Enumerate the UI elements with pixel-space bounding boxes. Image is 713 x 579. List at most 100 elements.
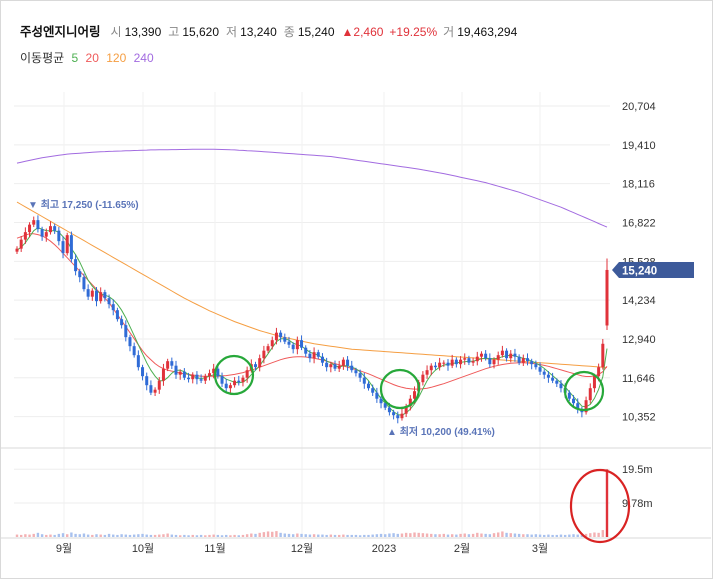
volume-bar: [400, 533, 404, 537]
candle-body: [61, 241, 65, 254]
volume-bar: [40, 534, 44, 537]
candle-body: [500, 350, 504, 356]
candle-body: [28, 224, 32, 233]
candle-body: [475, 356, 479, 362]
candle-body: [241, 377, 245, 383]
volume-bar: [476, 532, 479, 537]
volume-bar: [57, 533, 61, 537]
volume-bar: [375, 534, 379, 537]
candle-body: [149, 385, 153, 393]
volume-bar: [488, 534, 492, 537]
volume-bar: [342, 534, 345, 537]
candle-body: [425, 370, 429, 375]
candle-body: [48, 226, 52, 233]
high-annotation: ▼ 최고 17,250 (-11.65%): [28, 198, 139, 211]
candle-body: [82, 277, 86, 290]
volume-bar: [170, 534, 174, 537]
candle-body: [396, 415, 400, 419]
candle-body: [166, 361, 170, 369]
volume-bar: [91, 534, 94, 537]
candle-body: [446, 362, 450, 366]
candle-body: [517, 356, 521, 363]
ma20-line: [16, 233, 608, 390]
high-annotation-value: 17,250: [62, 200, 93, 211]
volume-bar: [492, 533, 496, 537]
candle-body: [429, 365, 433, 371]
candle-body: [157, 380, 161, 390]
y-tick-label: 20,704: [622, 101, 656, 113]
candle-body: [300, 340, 304, 348]
candle-body: [115, 310, 119, 320]
volume-bar: [497, 532, 500, 537]
candle-body: [567, 392, 571, 399]
volume-bar: [266, 531, 270, 537]
volume-bar: [241, 534, 245, 537]
last-price-tag: 15,240: [612, 262, 694, 278]
volume-bar: [396, 533, 399, 537]
candle-body: [23, 232, 27, 240]
high-arrow: ▼: [28, 200, 38, 211]
volume-bar: [66, 534, 69, 537]
volume-bar: [254, 533, 257, 537]
candle-body: [291, 344, 295, 350]
candle-body: [383, 403, 387, 408]
volume-bar: [605, 469, 609, 537]
y-tick-label: 12,940: [622, 334, 656, 346]
volume-bar: [467, 534, 471, 537]
candle-body: [379, 398, 383, 404]
y-tick-label: 14,234: [622, 295, 656, 307]
volume-bar: [484, 533, 487, 537]
volume-bar: [421, 533, 425, 537]
candle-body: [103, 292, 107, 299]
volume-bar: [112, 534, 115, 537]
candle-body: [224, 383, 228, 389]
volume-bar: [321, 534, 324, 537]
volume-bar: [329, 534, 333, 537]
volume-bar: [409, 533, 412, 537]
candle-body: [479, 353, 483, 357]
x-tick-label: 9월: [56, 542, 72, 555]
candle-body: [509, 353, 513, 359]
volume-tick-label: 19.5m: [622, 464, 653, 476]
candle-body: [496, 355, 500, 360]
candle-body: [551, 377, 555, 381]
volume-bar: [82, 533, 86, 537]
volume-bar: [279, 532, 282, 537]
candle-body: [597, 367, 601, 377]
volume-bar: [517, 533, 521, 537]
candle-body: [588, 388, 592, 401]
candlestick-chart[interactable]: 20,70419,41018,11616,82215,52814,23412,9…: [0, 0, 713, 579]
candle-body: [57, 230, 61, 242]
volume-bar: [36, 532, 40, 537]
volume-bar: [350, 534, 353, 537]
candle-body: [375, 392, 379, 399]
candle-body: [174, 365, 178, 375]
candle-body: [120, 319, 124, 326]
volume-bar: [191, 534, 194, 537]
y-tick-label: 10,352: [622, 412, 656, 424]
volume-bar: [145, 534, 148, 537]
low-annotation: ▲ 최저 10,200 (49.41%): [387, 425, 495, 438]
volume-bar: [430, 533, 433, 537]
volume-bar: [538, 534, 542, 537]
volume-bar: [15, 534, 19, 537]
candle-body: [304, 347, 308, 354]
candle-body: [266, 346, 270, 351]
candle-body: [132, 346, 136, 356]
volume-bar: [404, 532, 408, 537]
volume-bar: [459, 533, 462, 537]
volume-bar: [446, 534, 450, 537]
volume-bar: [555, 534, 558, 537]
candle-body: [530, 361, 534, 365]
volume-bar: [137, 534, 140, 537]
volume-bar: [379, 533, 383, 537]
volume-bar: [534, 534, 538, 537]
candle-body: [341, 359, 345, 366]
volume-bar: [333, 534, 337, 537]
candle-body: [320, 356, 324, 363]
candle-body: [400, 413, 404, 419]
svg-text:▼ 최고 17,250: ▼ 최고 17,250 (-11.65%): [28, 198, 139, 211]
candle-body: [65, 235, 69, 254]
volume-bar: [425, 533, 429, 537]
volume-bar: [434, 534, 437, 537]
